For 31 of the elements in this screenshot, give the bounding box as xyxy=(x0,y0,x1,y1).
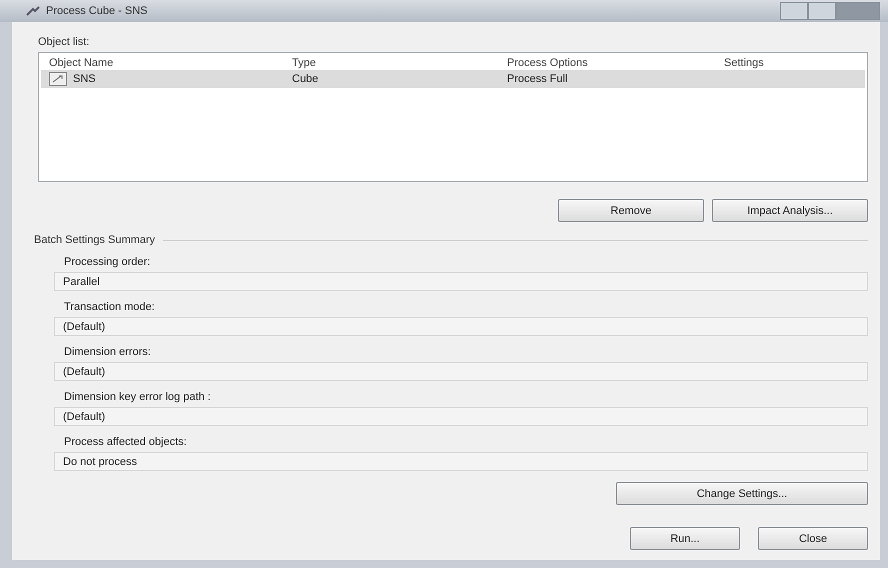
setting-value: (Default) xyxy=(54,362,868,381)
table-cell: Cube xyxy=(292,73,318,85)
group-title: Batch Settings Summary xyxy=(34,234,156,246)
list-action-button[interactable]: Impact Analysis... xyxy=(712,199,868,222)
setting-label: Transaction mode: xyxy=(64,301,156,313)
setting-label: Dimension errors: xyxy=(64,346,152,358)
setting-value: Parallel xyxy=(54,272,868,291)
column-header[interactable]: Process Options xyxy=(499,56,716,68)
setting-label: Dimension key error log path : xyxy=(64,391,212,403)
column-header[interactable]: Object Name xyxy=(41,56,284,68)
setting-label: Processing order: xyxy=(64,256,152,268)
setting-value: Do not process xyxy=(54,452,868,471)
setting-value: (Default) xyxy=(54,317,868,336)
window-title: Process Cube - SNS xyxy=(46,5,148,17)
list-row[interactable]: SNS Cube Process Full xyxy=(41,70,865,88)
change-settings-button[interactable]: Change Settings... xyxy=(616,482,868,505)
column-header[interactable]: Settings xyxy=(716,56,865,68)
table-cell: SNS xyxy=(73,73,96,85)
dialog-button[interactable]: Run... xyxy=(630,527,740,550)
setting-value: (Default) xyxy=(54,407,868,426)
list-action-button[interactable]: Remove xyxy=(558,199,704,222)
setting-label: Process affected objects: xyxy=(64,436,188,448)
column-header[interactable]: Type xyxy=(284,56,499,68)
table-cell: Process Full xyxy=(507,73,568,85)
maximize-button[interactable] xyxy=(808,2,836,20)
dialog-button[interactable]: Close xyxy=(758,527,868,550)
minimize-button[interactable] xyxy=(780,2,808,20)
cube-icon xyxy=(49,72,67,86)
object-list-label: Object list: xyxy=(38,36,90,48)
close-button[interactable] xyxy=(836,2,880,20)
app-icon xyxy=(26,6,40,16)
